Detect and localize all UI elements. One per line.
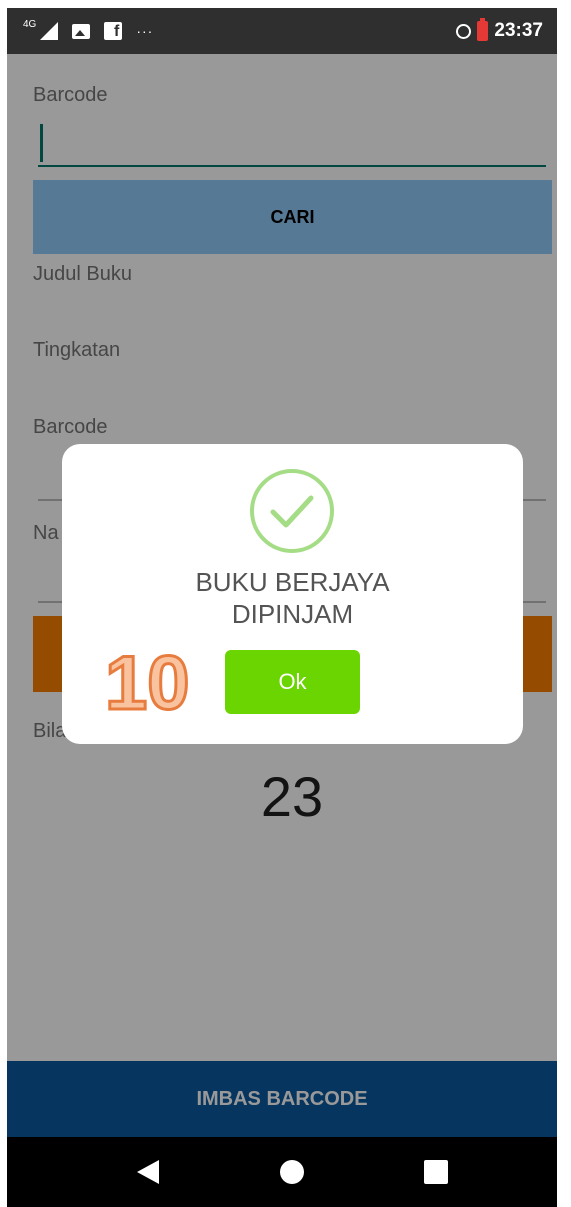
device-screen: 4G f ··· 23:37 Barcode CARI Judul Buku T… xyxy=(7,8,557,1207)
gallery-notification-icon xyxy=(72,23,91,39)
signal-icon xyxy=(40,22,59,40)
alarm-icon xyxy=(456,23,472,39)
status-time: 23:37 xyxy=(494,20,543,41)
facebook-notification-icon: f xyxy=(104,22,123,40)
network-type: 4G xyxy=(23,18,37,30)
step-number-annotation: 10 xyxy=(104,641,192,726)
navigation-bar xyxy=(7,1137,557,1207)
more-notifications-icon: ··· xyxy=(136,23,154,39)
recent-apps-icon[interactable] xyxy=(424,1160,448,1184)
battery-icon xyxy=(477,18,489,41)
ok-button[interactable]: Ok xyxy=(225,650,360,714)
dialog-message: BUKU BERJAYA DIPINJAM xyxy=(195,567,390,629)
home-icon[interactable] xyxy=(280,1160,304,1184)
status-right: 23:37 xyxy=(456,8,543,54)
check-circle-icon xyxy=(250,469,334,553)
status-bar: 4G f ··· 23:37 xyxy=(7,8,557,54)
status-left: 4G f ··· xyxy=(23,8,153,54)
back-icon[interactable] xyxy=(137,1160,159,1184)
